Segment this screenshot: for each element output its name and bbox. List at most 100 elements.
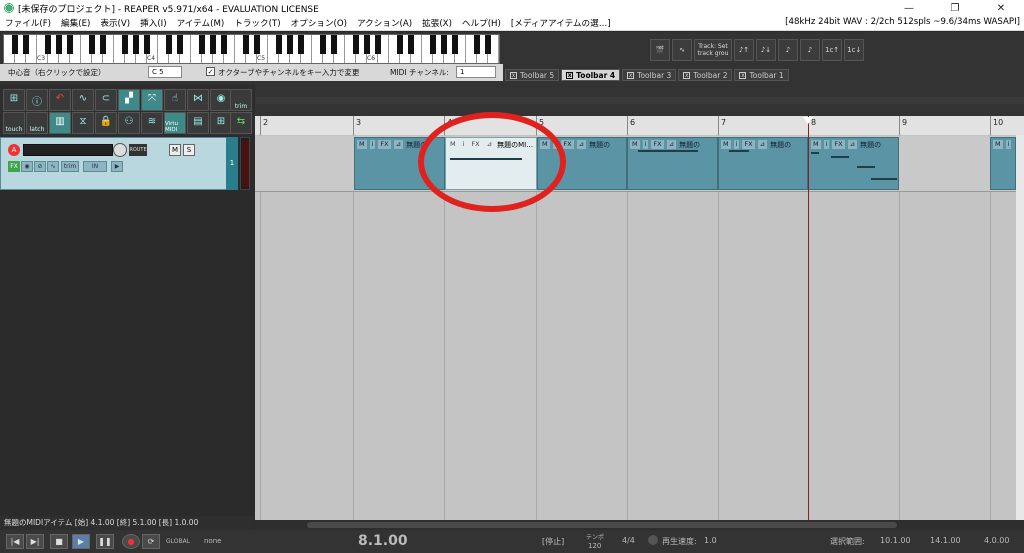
black-key[interactable] bbox=[441, 35, 447, 54]
midi-item[interactable]: MiFX⊿無題の bbox=[808, 137, 899, 190]
tab-toolbar-2[interactable]: x Toolbar 2 bbox=[678, 69, 733, 81]
note-alt-icon[interactable]: ♪ bbox=[800, 39, 820, 61]
envelope-icon[interactable]: ∿ bbox=[72, 89, 94, 111]
vertical-scrollbar[interactable] bbox=[1016, 135, 1024, 520]
hand-icon[interactable]: ☝ bbox=[164, 89, 186, 111]
black-key[interactable] bbox=[133, 35, 139, 54]
black-key[interactable] bbox=[375, 35, 381, 54]
item-envelope-icon[interactable]: ⊿ bbox=[847, 140, 858, 149]
scrollbar-thumb[interactable] bbox=[307, 522, 897, 528]
close-icon[interactable]: x bbox=[683, 71, 691, 79]
item-mute-button[interactable]: M bbox=[721, 140, 731, 149]
item-mute-button[interactable]: M bbox=[811, 140, 821, 149]
track-name-field[interactable] bbox=[23, 144, 113, 156]
midi-item[interactable]: MiFX⊿無題の bbox=[718, 137, 808, 190]
stop-button[interactable]: ■ bbox=[50, 534, 68, 549]
tempo-value[interactable]: 120 bbox=[588, 542, 601, 550]
magnet-icon[interactable]: ⊂ bbox=[95, 89, 117, 111]
latch-mode-button[interactable]: latch bbox=[26, 112, 48, 134]
selection-length[interactable]: 4.0.00 bbox=[984, 536, 1009, 545]
pause-button[interactable]: ❚❚ bbox=[96, 534, 114, 549]
black-key[interactable] bbox=[210, 35, 216, 54]
black-key[interactable] bbox=[177, 35, 183, 54]
arrange-view[interactable] bbox=[255, 135, 1024, 520]
note-down-icon[interactable]: ♪↓ bbox=[756, 39, 776, 61]
solo-button[interactable]: S bbox=[183, 144, 195, 156]
playrate-value[interactable]: 1.0 bbox=[704, 536, 717, 545]
metronome-icon[interactable]: ⧖ bbox=[72, 112, 94, 134]
black-key[interactable] bbox=[430, 35, 436, 54]
item-envelope-icon[interactable]: ⊿ bbox=[666, 140, 677, 149]
channel-up-button[interactable]: 1c↑ bbox=[822, 39, 843, 61]
menu-view[interactable]: 表示(V) bbox=[95, 17, 135, 29]
close-icon[interactable]: x bbox=[566, 71, 574, 79]
trim-knob-icon[interactable]: ◉ bbox=[210, 89, 232, 111]
trim-mode-button[interactable]: trim bbox=[230, 89, 252, 111]
black-key[interactable] bbox=[221, 35, 227, 54]
close-icon[interactable]: x bbox=[627, 71, 635, 79]
playback-position[interactable]: 8.1.00 bbox=[358, 533, 408, 549]
go-to-end-button[interactable]: ▶| bbox=[26, 534, 44, 549]
record-arm-button[interactable]: A bbox=[8, 144, 20, 156]
black-key[interactable] bbox=[485, 35, 491, 54]
mute-button[interactable]: M bbox=[169, 144, 181, 156]
close-button[interactable]: ✕ bbox=[978, 0, 1024, 16]
menu-file[interactable]: ファイル(F) bbox=[0, 17, 56, 29]
menu-edit[interactable]: 編集(E) bbox=[56, 17, 95, 29]
black-key[interactable] bbox=[45, 35, 51, 54]
item-envelope-icon[interactable]: ⊿ bbox=[576, 140, 587, 149]
black-key[interactable] bbox=[12, 35, 18, 54]
black-key[interactable] bbox=[287, 35, 293, 54]
fx-button[interactable]: FX bbox=[8, 161, 20, 172]
horizontal-scrollbar[interactable] bbox=[255, 520, 1024, 530]
midi-item[interactable]: MiFX⊿無題の bbox=[627, 137, 718, 190]
midi-channel-select[interactable]: 1 bbox=[456, 66, 496, 78]
black-key[interactable] bbox=[122, 35, 128, 54]
track-set-group-button[interactable]: Track: Set track grou bbox=[694, 39, 732, 61]
people-icon[interactable]: ⚇ bbox=[118, 112, 140, 134]
tab-toolbar-1[interactable]: x Toolbar 1 bbox=[734, 69, 789, 81]
waveform-icon[interactable]: ≋ bbox=[141, 112, 163, 134]
menu-options[interactable]: オプション(O) bbox=[286, 17, 352, 29]
channel-down-button[interactable]: 1c↓ bbox=[844, 39, 865, 61]
screenset-icon[interactable]: ⇆ bbox=[230, 112, 252, 134]
film-icon[interactable]: 🎬 bbox=[650, 39, 670, 61]
automation-mode[interactable]: none bbox=[204, 537, 221, 545]
menu-actions[interactable]: アクション(A) bbox=[352, 17, 417, 29]
play-button[interactable]: ▶ bbox=[72, 534, 90, 549]
item-fx-button[interactable]: FX bbox=[651, 140, 664, 149]
item-fx-button[interactable]: FX bbox=[742, 140, 755, 149]
rate-knob[interactable] bbox=[648, 535, 658, 545]
black-key[interactable] bbox=[100, 35, 106, 54]
black-key[interactable] bbox=[199, 35, 205, 54]
mixer-icon[interactable]: ▥ bbox=[49, 112, 71, 134]
lock-icon[interactable]: 🔒 bbox=[95, 112, 117, 134]
info-icon[interactable]: ⓘ bbox=[26, 89, 48, 111]
repeat-button[interactable]: ⟳ bbox=[142, 534, 160, 549]
item-envelope-icon[interactable]: ⊿ bbox=[393, 140, 404, 149]
touch-mode-button[interactable]: touch bbox=[3, 112, 25, 134]
selection-start[interactable]: 10.1.00 bbox=[880, 536, 911, 545]
black-key[interactable] bbox=[408, 35, 414, 54]
virtual-midi-button[interactable]: Virtu MIDI bbox=[164, 112, 186, 134]
timeline-ruler[interactable]: 2 3 4 5 6 7 8 9 10 bbox=[255, 116, 1024, 135]
black-key[interactable] bbox=[397, 35, 403, 54]
note-up-icon[interactable]: ♪↑ bbox=[734, 39, 754, 61]
waveform-icon[interactable]: ∿ bbox=[672, 39, 692, 61]
record-button[interactable]: ● bbox=[122, 534, 140, 549]
item-fx-button[interactable]: FX bbox=[378, 140, 391, 149]
black-key[interactable] bbox=[276, 35, 282, 54]
phase-icon[interactable]: ⊘ bbox=[34, 161, 46, 172]
midi-item[interactable]: MiFX⊿無題の bbox=[990, 137, 1016, 190]
item-envelope-icon[interactable]: ⊿ bbox=[757, 140, 768, 149]
selection-end[interactable]: 14.1.00 bbox=[930, 536, 961, 545]
time-signature[interactable]: 4/4 bbox=[622, 536, 635, 545]
track-1-controls[interactable]: A ROUTE M S FX ◉ ⊘ ∿ trim IN ▶ bbox=[0, 137, 238, 190]
menu-action-context[interactable]: [メディアアイテムの選…] bbox=[506, 17, 616, 29]
item-mute-button[interactable]: M bbox=[993, 140, 1003, 149]
black-key[interactable] bbox=[331, 35, 337, 54]
black-key[interactable] bbox=[254, 35, 260, 54]
menu-extensions[interactable]: 拡張(X) bbox=[417, 17, 457, 29]
volume-knob[interactable] bbox=[113, 143, 127, 157]
black-key[interactable] bbox=[364, 35, 370, 54]
